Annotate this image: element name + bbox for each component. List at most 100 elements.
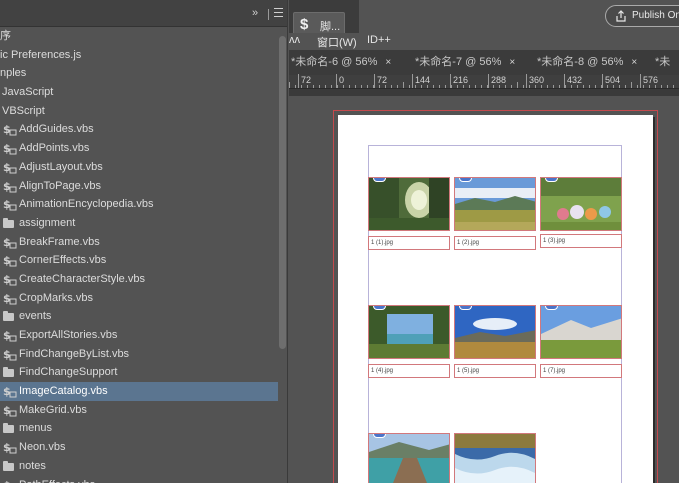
tree-item-javascript[interactable]: JavaScript bbox=[0, 83, 278, 102]
script-item-aligntopage-vbs[interactable]: $ AlignToPage.vbs bbox=[0, 177, 278, 196]
panel-menu-icon[interactable] bbox=[274, 8, 283, 18]
image-caption[interactable]: 1 (7).jpg bbox=[540, 364, 622, 378]
tab-untitled-6[interactable]: *未命名-6 @ 56% × bbox=[291, 50, 391, 75]
script-item-makegrid-vbs[interactable]: $ MakeGrid.vbs bbox=[0, 401, 278, 420]
image-frame-1[interactable] bbox=[368, 177, 450, 231]
image-frame-6[interactable] bbox=[540, 305, 622, 359]
folder-item-menus[interactable]: menus bbox=[0, 419, 278, 438]
tree-item-label: menus bbox=[19, 422, 53, 435]
script-item-neon-vbs[interactable]: $ Neon.vbs bbox=[0, 438, 278, 457]
image-caption[interactable]: 1 (2).jpg bbox=[454, 236, 536, 250]
ruler-minor-tick bbox=[613, 85, 614, 88]
ruler-minor-tick bbox=[493, 85, 494, 88]
svg-text:$: $ bbox=[3, 479, 11, 483]
ruler-minor-tick bbox=[523, 85, 524, 88]
ruler-label: 360 bbox=[529, 75, 545, 85]
publish-online-button[interactable]: Publish Onl bbox=[605, 5, 679, 27]
ruler-minor-tick bbox=[529, 85, 530, 88]
script-item-adjustlayout-vbs[interactable]: $ AdjustLayout.vbs bbox=[0, 158, 278, 177]
panel-scrollbar[interactable] bbox=[279, 36, 286, 349]
image-frame-5[interactable] bbox=[454, 305, 536, 359]
image-frame-8[interactable] bbox=[454, 433, 536, 483]
image-caption[interactable]: 1 (1).jpg bbox=[368, 236, 450, 250]
folder-item-findchangesupport[interactable]: FindChangeSupport bbox=[0, 363, 278, 382]
script-item-cornereffects-vbs[interactable]: $ CornerEffects.vbs bbox=[0, 251, 278, 270]
document-page[interactable]: 1 (1).jpg 1 (2).jpg 1 (3).jpg 1 (4).jpg … bbox=[338, 115, 653, 483]
tree-item-label: ImageCatalog.vbs bbox=[19, 385, 108, 398]
close-icon[interactable]: × bbox=[509, 57, 515, 68]
script-item-createcharacterstyle-vbs[interactable]: $ CreateCharacterStyle.vbs bbox=[0, 270, 278, 289]
folder-item-events[interactable]: events bbox=[0, 307, 278, 326]
tree-item-vbscript[interactable]: VBScript bbox=[0, 102, 278, 121]
panel-header: » bbox=[0, 0, 287, 27]
script-item-addguides-vbs[interactable]: $ AddGuides.vbs bbox=[0, 120, 278, 139]
ruler-minor-tick bbox=[487, 85, 488, 88]
script-item-breakframe-vbs[interactable]: $ BreakFrame.vbs bbox=[0, 233, 278, 252]
folder-icon bbox=[3, 460, 14, 471]
tree-item-label: notes bbox=[19, 459, 46, 472]
script-item-patheffects-vbs[interactable]: $ PathEffects.vbs bbox=[0, 476, 278, 483]
folder-icon bbox=[3, 367, 14, 378]
ruler-label: 576 bbox=[643, 75, 659, 85]
tree-item-label: CornerEffects.vbs bbox=[19, 254, 107, 267]
ruler-minor-tick bbox=[385, 85, 386, 88]
image-caption[interactable]: 1 (3).jpg bbox=[540, 234, 622, 248]
tab-untitled-8[interactable]: *未命名-8 @ 56% × bbox=[537, 50, 637, 75]
ruler-label: 72 bbox=[377, 75, 388, 85]
scripts-tree: 序 ic Preferences.js nples JavaScript VBScrip… bbox=[0, 27, 278, 483]
folder-item-assignment[interactable]: assignment bbox=[0, 214, 278, 233]
ruler-major-tick bbox=[488, 74, 489, 88]
image-frame-7[interactable] bbox=[368, 433, 450, 483]
tree-item-label: assignment bbox=[19, 216, 76, 229]
ruler-minor-tick bbox=[625, 85, 626, 88]
script-item-imagecatalog-vbs[interactable]: $ ImageCatalog.vbs bbox=[0, 382, 278, 401]
tree-item-label: FindChangeByList.vbs bbox=[19, 347, 130, 360]
ruler-minor-tick bbox=[577, 85, 578, 88]
script-item-addpoints-vbs[interactable]: $ AddPoints.vbs bbox=[0, 139, 278, 158]
ruler-minor-tick bbox=[661, 85, 662, 88]
vbscript-file-icon: $ bbox=[3, 329, 17, 342]
tab-untitled-7[interactable]: *未命名-7 @ 56% × bbox=[415, 50, 515, 75]
ruler-minor-tick bbox=[337, 85, 338, 88]
collapse-panel-button[interactable]: » bbox=[252, 7, 258, 19]
image-caption[interactable]: 1 (4).jpg bbox=[368, 364, 450, 378]
tab-untitled-9[interactable]: *未命 bbox=[655, 50, 679, 93]
vbscript-file-icon: $ bbox=[3, 385, 17, 398]
link-icon bbox=[373, 434, 386, 438]
tree-item-item[interactable]: 序 bbox=[0, 27, 278, 46]
ruler-minor-tick bbox=[439, 85, 440, 88]
ruler-minor-tick bbox=[313, 85, 314, 88]
image-caption[interactable]: 1 (5).jpg bbox=[454, 364, 536, 378]
ruler-minor-tick bbox=[535, 85, 536, 88]
ruler-minor-tick bbox=[649, 85, 650, 88]
close-icon[interactable]: × bbox=[385, 57, 391, 68]
ruler-major-tick bbox=[602, 74, 603, 88]
ruler-minor-tick bbox=[367, 85, 368, 88]
vbscript-file-icon: $ bbox=[3, 142, 17, 155]
ruler-minor-tick bbox=[295, 85, 296, 88]
vbscript-file-icon: $ bbox=[3, 198, 17, 211]
image-frame-3[interactable] bbox=[540, 177, 622, 231]
tree-item-label: BreakFrame.vbs bbox=[19, 235, 100, 248]
horizontal-ruler[interactable]: 72 0 72 144 216 288 360 432 504 576 bbox=[289, 74, 679, 89]
script-item-cropmarks-vbs[interactable]: $ CropMarks.vbs bbox=[0, 289, 278, 308]
ruler-minor-tick bbox=[571, 85, 572, 88]
folder-item-notes[interactable]: notes bbox=[0, 457, 278, 476]
image-frame-2[interactable] bbox=[454, 177, 536, 231]
tree-item-label: Neon.vbs bbox=[19, 441, 66, 454]
ruler-minor-tick bbox=[391, 85, 392, 88]
document-canvas[interactable]: 1 (1).jpg 1 (2).jpg 1 (3).jpg 1 (4).jpg … bbox=[289, 96, 679, 483]
ruler-minor-tick bbox=[397, 85, 398, 88]
script-item-exportallstories-vbs[interactable]: $ ExportAllStories.vbs bbox=[0, 326, 278, 345]
tree-item-nples[interactable]: nples bbox=[0, 64, 278, 83]
image-frame-4[interactable] bbox=[368, 305, 450, 359]
script-item-findchangebylist-vbs[interactable]: $ FindChangeByList.vbs bbox=[0, 345, 278, 364]
menu-item-window[interactable]: 窗口(W) bbox=[317, 34, 357, 50]
vbscript-file-icon: $ bbox=[3, 161, 17, 174]
tree-item-ic-preferences-js[interactable]: ic Preferences.js bbox=[0, 46, 278, 65]
menu-item-idplusplus[interactable]: ID++ bbox=[367, 34, 391, 46]
vbscript-file-icon: $ bbox=[3, 348, 17, 361]
menu-item-partial[interactable]: ᴧᴧ bbox=[289, 34, 300, 46]
close-icon[interactable]: × bbox=[631, 57, 637, 68]
script-item-animationencyclopedia-vbs[interactable]: $ AnimationEncyclopedia.vbs bbox=[0, 195, 278, 214]
